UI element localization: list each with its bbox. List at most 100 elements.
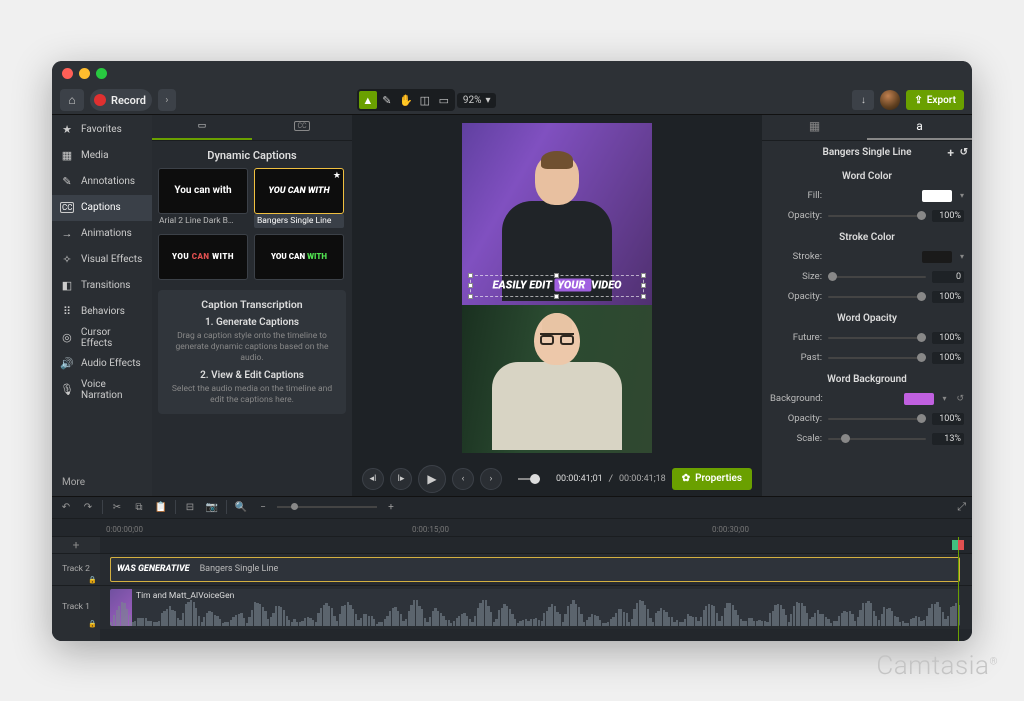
canvas-frame[interactable]: EASILY EDIT YOUR VIDEO [462,123,652,453]
future-opacity-slider[interactable] [828,337,926,339]
stroke-size-slider[interactable] [828,276,926,278]
scrub-handle[interactable] [530,474,540,484]
export-label: Export [927,95,956,106]
sidebar-more[interactable]: More [52,469,152,496]
caption-transcription-panel: Caption Transcription 1. Generate Captio… [158,290,346,414]
zoom-value: 92% [463,95,482,106]
record-menu-button[interactable]: › [158,89,176,111]
gear-icon: ✿ [682,473,690,484]
animations-icon: → [60,227,74,240]
stroke-opacity-slider[interactable] [828,296,926,298]
video-clip[interactable]: Tim and Matt_AIVoiceGen [110,589,960,626]
past-opacity-slider[interactable] [828,357,926,359]
sidebar-item-cursor-effects[interactable]: ◎Cursor Effects [52,325,152,351]
visual-effects-icon: ✧ [60,253,74,266]
record-button[interactable]: Record [90,89,152,111]
canvas-viewport[interactable]: EASILY EDIT YOUR VIDEO [352,115,762,462]
props-tab-text[interactable]: a [867,115,972,140]
track-1-row[interactable]: Tim and Matt_AIVoiceGen [100,585,972,629]
maximize-window-button[interactable] [96,68,107,79]
bg-swatch[interactable] [904,393,934,405]
zoom-out-button[interactable]: 🔍 [233,502,249,513]
lib-tab-cc[interactable]: CC [252,115,352,140]
zoom-plus[interactable]: + [383,502,399,513]
reset-button[interactable]: ↺ [960,147,968,158]
snapshot-button[interactable]: 📷 [204,502,220,513]
add-track-button[interactable]: + [52,537,100,553]
crop-tool[interactable]: ◫ [416,91,434,109]
sidebar-item-behaviors[interactable]: ⠿Behaviors [52,299,152,325]
section-word-opacity: Word Opacity [762,307,972,328]
caption-style-3[interactable]: YOU CAN WITH [158,234,248,284]
selection-box[interactable] [470,275,644,297]
sidebar-item-favorites[interactable]: ★Favorites [52,117,152,143]
sidebar-item-visual-effects[interactable]: ✧Visual Effects [52,247,152,273]
track-2-header[interactable]: Track 2🔒 [52,553,100,585]
select-tool[interactable]: ▲ [359,91,377,109]
edit-tool[interactable]: ✎ [378,91,396,109]
props-tab-visual[interactable]: ▦ [762,115,867,140]
next-marker-button[interactable]: › [480,468,502,490]
sidebar-item-media[interactable]: ▦Media [52,143,152,169]
caption-style-arial[interactable]: You can with Arial 2 Line Dark B… [158,168,248,228]
prev-frame-button[interactable]: ◂I [362,468,384,490]
lib-tab-styles[interactable]: ▭ [152,115,252,140]
lock-icon[interactable]: 🔒 [88,620,97,628]
stroke-swatch[interactable] [922,251,952,263]
sidebar-item-animations[interactable]: →Animations [52,221,152,247]
play-button[interactable]: ▶ [418,465,446,493]
styles-tab-icon: ▭ [198,121,207,131]
close-window-button[interactable] [62,68,73,79]
timeline-ruler[interactable]: 0:00:00;00 0:00:15;00 0:00:30;00 [52,519,972,537]
fill-swatch[interactable] [922,190,952,202]
audio-icon: 🔊 [60,357,74,370]
caption-style-bangers[interactable]: YOU CAN WITH★ Bangers Single Line [254,168,344,228]
redo-button[interactable]: ↷ [80,502,96,513]
undo-button[interactable]: ↶ [58,502,74,513]
sidebar-item-transitions[interactable]: ◧Transitions [52,273,152,299]
scrub-bar[interactable] [518,478,540,480]
download-button[interactable]: ↓ [852,90,874,110]
sidebar-item-annotations[interactable]: ✎Annotations [52,169,152,195]
cut-button[interactable]: ✂ [109,502,125,513]
fill-opacity-slider[interactable] [828,215,926,217]
home-button[interactable]: ⌂ [60,89,84,111]
device-frame-tool[interactable]: ▭ [435,91,453,109]
timeline-popout-button[interactable]: ⤢ [957,500,966,514]
timeline-zoom-slider[interactable] [277,506,377,508]
transitions-icon: ◧ [60,279,74,292]
bg-reset-icon[interactable]: ↺ [956,394,964,404]
caption-style-4[interactable]: YOU CAN WITH [254,234,344,284]
properties-button[interactable]: ✿Properties [672,468,752,490]
favorite-star-icon[interactable]: ★ [333,171,341,181]
bg-scale-slider[interactable] [828,438,926,440]
behaviors-icon: ⠿ [60,305,74,318]
split-button[interactable]: ⊟ [182,502,198,513]
copy-button[interactable]: ⧉ [131,502,147,513]
pan-tool[interactable]: ✋ [397,91,415,109]
track-1-header[interactable]: Track 1🔒 [52,585,100,629]
zoom-dropdown[interactable]: 92% ▾ [457,93,497,108]
step-1-desc: Drag a caption style onto the timeline t… [166,331,338,364]
minimize-window-button[interactable] [79,68,90,79]
track-2-row[interactable]: WAS GENERATIVE Bangers Single Line [100,553,972,585]
account-avatar[interactable] [880,90,900,110]
sidebar-item-audio-effects[interactable]: 🔊Audio Effects [52,351,152,377]
record-icon [94,94,106,106]
paste-button[interactable]: 📋 [153,502,169,513]
sidebar-item-captions[interactable]: CCCaptions [52,195,152,221]
caption-clip[interactable]: WAS GENERATIVE Bangers Single Line [110,557,960,582]
playhead[interactable] [958,537,959,641]
library-section-title: Dynamic Captions [152,141,352,168]
add-preset-button[interactable]: + [947,146,954,160]
sidebar-item-voice-narration[interactable]: 🎙Voice Narration [52,377,152,403]
app-window: ⌂ Record › ▲ ✎ ✋ ◫ ▭ 92% ▾ ↓ ⇪ Expor [52,61,972,641]
watermark: Camtasia® [876,650,998,681]
zoom-minus[interactable]: − [255,502,271,513]
bg-opacity-slider[interactable] [828,418,926,420]
lock-icon[interactable]: 🔒 [88,576,97,584]
export-button[interactable]: ⇪ Export [906,90,964,110]
next-frame-button[interactable]: I▸ [390,468,412,490]
tracks-area[interactable]: WAS GENERATIVE Bangers Single Line Tim a… [100,537,972,641]
prev-marker-button[interactable]: ‹ [452,468,474,490]
